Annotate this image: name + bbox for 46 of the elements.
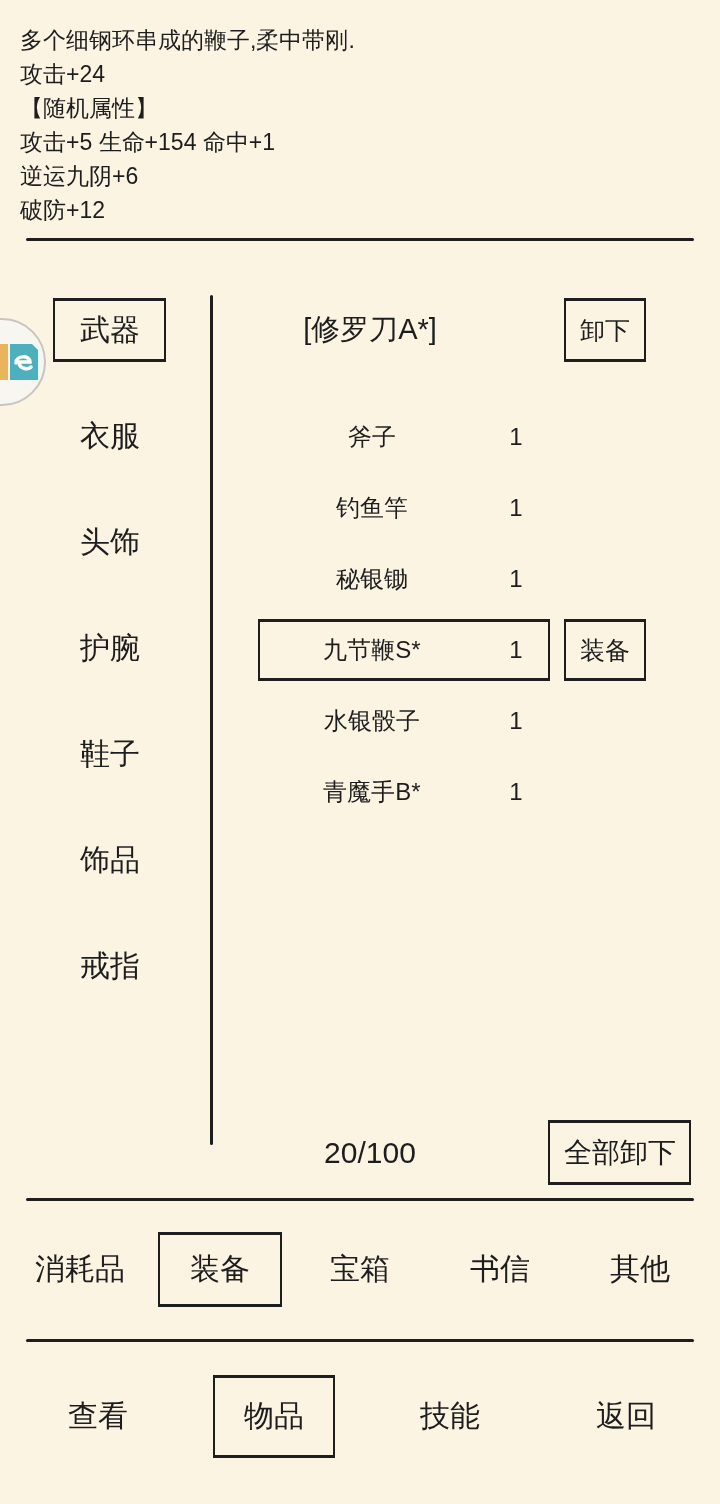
item-name: 秘银锄 (336, 564, 408, 594)
item-row[interactable]: 青魔手B* 1 (258, 761, 550, 823)
nav-tab[interactable]: 物品 (213, 1375, 335, 1458)
category-tab[interactable]: 头饰 (53, 510, 166, 574)
floating-button-icon[interactable] (0, 317, 46, 407)
description-line: 攻击+24 (20, 60, 105, 89)
item-count: 1 (509, 423, 523, 451)
category-tab[interactable]: 衣服 (53, 404, 166, 468)
item-row[interactable]: 钓鱼竿 1 (258, 477, 550, 539)
equipped-item-name: [修罗刀A*] (303, 312, 437, 347)
unequip-button[interactable]: 卸下 (564, 298, 646, 362)
description-line: 逆运九阴+6 (20, 162, 139, 191)
unequip-all-button[interactable]: 全部卸下 (548, 1120, 691, 1185)
item-name: 九节鞭S* (323, 635, 421, 665)
item-category-tab[interactable]: 其他 (578, 1232, 702, 1307)
description-line: 攻击+5 生命+154 命中+1 (20, 128, 276, 157)
nav-tab[interactable]: 技能 (389, 1375, 511, 1458)
item-row[interactable]: 九节鞭S* 1 (258, 619, 550, 681)
category-tab[interactable]: 饰品 (53, 828, 166, 892)
item-name: 钓鱼竿 (336, 493, 408, 523)
item-category-tab[interactable]: 书信 (438, 1232, 562, 1307)
category-tab[interactable]: 鞋子 (53, 722, 166, 786)
item-name: 青魔手B* (323, 777, 421, 807)
nav-tab[interactable]: 查看 (37, 1375, 159, 1458)
item-name: 斧子 (348, 422, 396, 452)
item-category-tab[interactable]: 宝箱 (298, 1232, 422, 1307)
item-row[interactable]: 斧子 1 (258, 406, 550, 468)
category-tab[interactable]: 戒指 (53, 934, 166, 998)
description-line: 【随机属性】 (20, 94, 158, 123)
item-count: 1 (509, 636, 523, 664)
item-row[interactable]: 秘银锄 1 (258, 548, 550, 610)
equip-button[interactable]: 装备 (564, 619, 646, 681)
item-name: 水银骰子 (324, 706, 420, 736)
item-category-tab[interactable]: 消耗品 (18, 1232, 142, 1307)
item-count: 1 (509, 707, 523, 735)
category-tab[interactable]: 武器 (53, 298, 166, 362)
item-count: 1 (509, 565, 523, 593)
description-line: 破防+12 (20, 196, 105, 225)
nav-tab[interactable]: 返回 (565, 1375, 687, 1458)
item-count: 1 (509, 778, 523, 806)
item-row[interactable]: 水银骰子 1 (258, 690, 550, 752)
description-line: 多个细钢环串成的鞭子,柔中带刚. (20, 26, 355, 55)
item-category-tab[interactable]: 装备 (158, 1232, 282, 1307)
item-count: 1 (509, 494, 523, 522)
capacity-count: 20/100 (323, 1135, 417, 1170)
category-tab[interactable]: 护腕 (53, 616, 166, 680)
